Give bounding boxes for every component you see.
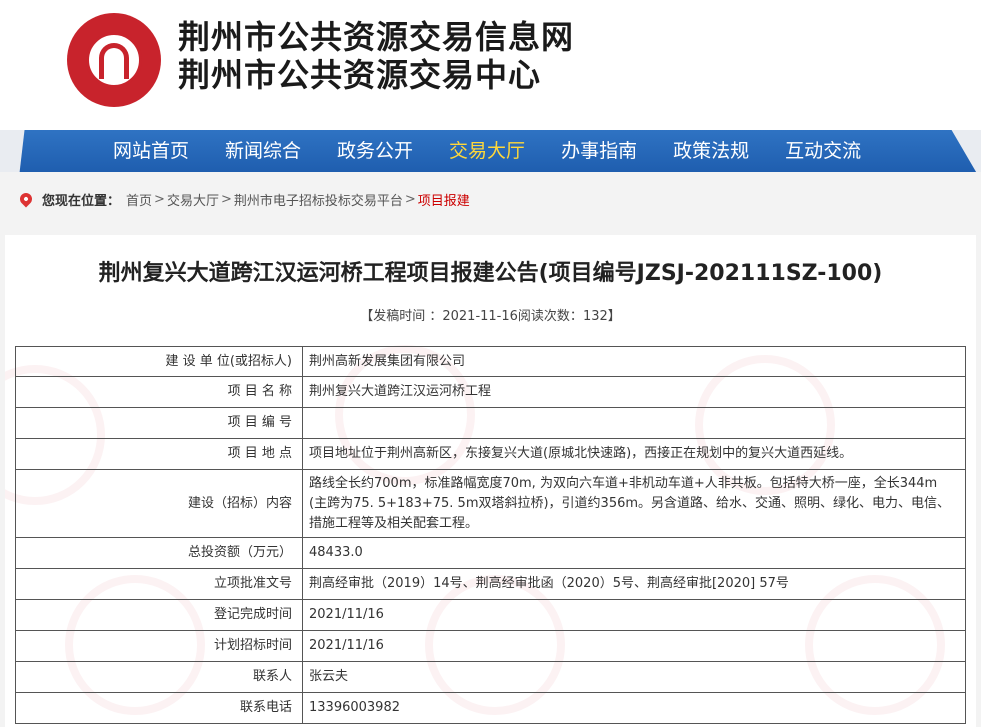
row-value: 2021/11/16 xyxy=(302,599,966,631)
row-value: 路线全长约700m，标准路幅宽度70m, 为双向六车道+非机动车道+人非共板。包… xyxy=(302,469,966,538)
row-key: 建设（招标）内容 xyxy=(15,469,303,538)
meta-close: 】 xyxy=(607,309,621,324)
row-value: 48433.0 xyxy=(302,537,966,569)
nav-item-news[interactable]: 新闻综合 xyxy=(207,130,319,172)
breadcrumb-home[interactable]: 首页 xyxy=(126,190,152,209)
nav-item-government-affairs[interactable]: 政务公开 xyxy=(319,130,431,172)
nav-item-interaction[interactable]: 互动交流 xyxy=(767,130,879,172)
logo-gate-shape xyxy=(99,43,129,79)
site-title-line1: 荆州市公共资源交易信息网 xyxy=(178,18,575,56)
article-title: 荆州复兴大道跨江汉运河桥工程项目报建公告(项目编号JZSJ-202111SZ-1… xyxy=(98,261,883,286)
table-row: 立项批准文号 荆高经审批（2019）14号、荆高经审批函（2020）5号、荆高经… xyxy=(15,568,966,600)
breadcrumb-separator: > xyxy=(220,191,232,207)
row-key: 计划招标时间 xyxy=(15,630,303,662)
row-key: 立项批准文号 xyxy=(15,568,303,600)
row-key: 项 目 名 称 xyxy=(15,376,303,408)
table-row: 登记完成时间 2021/11/16 xyxy=(15,599,966,631)
breadcrumb-trading-hall[interactable]: 交易大厅 xyxy=(167,190,219,209)
logo-emblem xyxy=(86,32,142,88)
table-row: 联系人 张云夫 xyxy=(15,661,966,693)
publish-date: 2021-11-16 xyxy=(442,309,518,324)
nav-item-home[interactable]: 网站首页 xyxy=(95,130,207,172)
table-row: 项 目 名 称 荆州复兴大道跨江汉运河桥工程 xyxy=(15,376,966,408)
row-key: 联系电话 xyxy=(15,692,303,724)
row-value: 张云夫 xyxy=(302,661,966,693)
table-row: 建 设 单 位(或招标人) 荆州高新发展集团有限公司 xyxy=(15,346,966,377)
site-header: 荆州市公共资源交易信息网 荆州市公共资源交易中心 xyxy=(0,0,981,130)
row-value: 荆高经审批（2019）14号、荆高经审批函（2020）5号、荆高经审批[2020… xyxy=(302,568,966,600)
breadcrumb: 您现在位置： 首页 > 交易大厅 > 荆州市电子招标投标交易平台 > 项目报建 xyxy=(0,172,981,226)
nav-item-policies[interactable]: 政策法规 xyxy=(655,130,767,172)
read-count-label: 阅读次数： xyxy=(517,309,583,324)
row-value: 13396003982 xyxy=(302,692,966,724)
row-key: 登记完成时间 xyxy=(15,599,303,631)
breadcrumb-separator: > xyxy=(404,191,416,207)
row-key: 建 设 单 位(或招标人) xyxy=(15,346,303,377)
row-value: 荆州高新发展集团有限公司 xyxy=(302,346,966,377)
site-title-line2: 荆州市公共资源交易中心 xyxy=(178,56,542,94)
main-nav: 网站首页 新闻综合 政务公开 交易大厅 办事指南 政策法规 互动交流 xyxy=(0,130,981,172)
nav-item-trading-hall[interactable]: 交易大厅 xyxy=(431,130,543,172)
project-info-table: 建 设 单 位(或招标人) 荆州高新发展集团有限公司 项 目 名 称 荆州复兴大… xyxy=(15,346,966,724)
breadcrumb-separator: > xyxy=(154,191,165,207)
table-row: 建设（招标）内容 路线全长约700m，标准路幅宽度70m, 为双向六车道+非机动… xyxy=(15,469,966,538)
breadcrumb-bidding-platform[interactable]: 荆州市电子招标投标交易平台 xyxy=(234,190,403,209)
location-pin-icon xyxy=(17,190,35,208)
nav-items: 网站首页 新闻综合 政务公开 交易大厅 办事指南 政策法规 互动交流 xyxy=(95,130,879,172)
row-value xyxy=(302,407,966,439)
table-row: 项 目 编 号 xyxy=(15,407,966,439)
breadcrumb-current: 项目报建 xyxy=(417,193,470,209)
jingzhou-resource-logo-icon[interactable] xyxy=(67,13,161,107)
table-row: 计划招标时间 2021/11/16 xyxy=(15,630,966,662)
article-meta: 【发稿时间 ：2021-11-16阅读次数：132】 xyxy=(5,305,976,324)
table-row: 联系电话 13396003982 xyxy=(15,692,966,724)
nav-item-service-guide[interactable]: 办事指南 xyxy=(543,130,655,172)
breadcrumb-label: 您现在位置： xyxy=(42,193,121,209)
table-row: 项 目 地 点 项目地址位于荆州高新区，东接复兴大道(原城北快速路)，西接正在规… xyxy=(15,438,966,470)
row-value: 2021/11/16 xyxy=(302,630,966,662)
content-card: 荆州复兴大道跨江汉运河桥工程项目报建公告(项目编号JZSJ-202111SZ-1… xyxy=(5,235,976,727)
row-value: 项目地址位于荆州高新区，东接复兴大道(原城北快速路)，西接正在规划中的复兴大道西… xyxy=(302,438,966,470)
row-key: 项 目 编 号 xyxy=(15,407,303,439)
row-key: 项 目 地 点 xyxy=(15,438,303,470)
row-key: 联系人 xyxy=(15,661,303,693)
table-row: 总投资额（万元） 48433.0 xyxy=(15,537,966,569)
row-value: 荆州复兴大道跨江汉运河桥工程 xyxy=(302,376,966,408)
read-count: 132 xyxy=(582,309,608,324)
meta-open: 【发稿时间 ： xyxy=(360,309,443,324)
row-key: 总投资额（万元） xyxy=(15,537,303,569)
site-title: 荆州市公共资源交易信息网 荆州市公共资源交易中心 xyxy=(178,18,574,94)
